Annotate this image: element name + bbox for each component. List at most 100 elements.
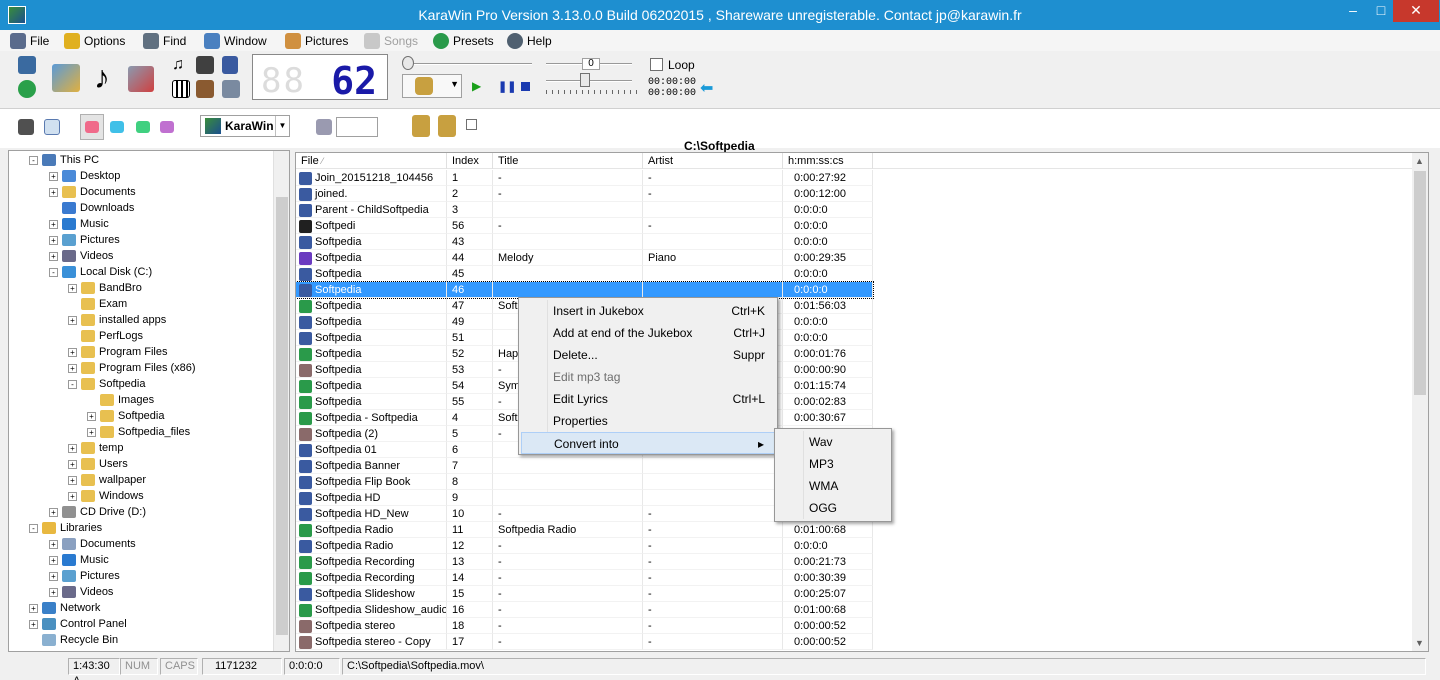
expand-icon[interactable]: + <box>68 315 77 325</box>
pink-color-button[interactable] <box>80 114 104 140</box>
expand-icon[interactable]: + <box>68 459 77 469</box>
tree-item[interactable]: Downloads <box>49 200 134 216</box>
table-row[interactable]: Softpedia Recording 13 - - 0:00:21:73 <box>296 554 873 570</box>
convert-format-item[interactable]: WMA <box>777 475 889 497</box>
table-row[interactable]: Softpedia Recording 14 - - 0:00:30:39 <box>296 570 873 586</box>
tree-item[interactable]: + Music <box>49 216 109 232</box>
tree-item[interactable]: - Libraries <box>29 520 102 536</box>
expand-icon[interactable]: + <box>49 587 58 597</box>
column-file[interactable]: File ⁄ <box>296 153 447 169</box>
table-row[interactable]: Softpedia stereo 18 - - 0:00:00:52 <box>296 618 873 634</box>
tree-item[interactable]: + BandBro <box>68 280 142 296</box>
tempo-slider-thumb[interactable] <box>580 73 590 87</box>
folder-tree[interactable]: - This PC + Desktop + Documents Downloads + Musi… <box>8 150 290 652</box>
expand-icon[interactable]: + <box>68 347 77 357</box>
expand-icon[interactable]: + <box>49 219 58 229</box>
table-row[interactable]: Parent - ChildSoftpedia 3 0:0:0:0 <box>296 202 873 218</box>
collapse-icon[interactable]: - <box>49 267 58 277</box>
list-scrollbar[interactable]: ▲ ▼ <box>1412 153 1428 651</box>
menu-pictures[interactable]: Pictures <box>285 32 348 50</box>
tree-item[interactable]: - This PC <box>29 152 99 168</box>
tree-item[interactable]: PerfLogs <box>68 328 143 344</box>
expand-icon[interactable]: + <box>49 235 58 245</box>
jukebox-selector[interactable]: ▼ <box>402 74 462 98</box>
tree-item[interactable]: - Softpedia <box>68 376 145 392</box>
table-row[interactable]: Softpedi 56 - - 0:0:0:0 <box>296 218 873 234</box>
expand-icon[interactable]: + <box>29 603 38 613</box>
camera-icon[interactable] <box>18 119 34 135</box>
expand-icon[interactable]: + <box>49 555 58 565</box>
tree-item[interactable]: + Desktop <box>49 168 120 184</box>
expand-icon[interactable]: + <box>29 619 38 629</box>
context-menu-item[interactable]: Edit Lyrics Ctrl+L <box>521 388 775 410</box>
expand-icon[interactable]: + <box>49 251 58 261</box>
tree-item[interactable]: + Videos <box>49 248 113 264</box>
tree-item[interactable]: + Program Files (x86) <box>68 360 196 376</box>
tree-item[interactable]: + Softpedia_files <box>87 424 190 440</box>
column-index[interactable]: Index <box>447 153 493 169</box>
list-scroll-thumb[interactable] <box>1414 171 1426 395</box>
tree-item[interactable]: - Local Disk (C:) <box>49 264 152 280</box>
tree-item[interactable]: + Videos <box>49 584 113 600</box>
tree-item[interactable]: Recycle Bin <box>29 632 118 648</box>
expand-icon[interactable]: + <box>68 283 77 293</box>
context-menu-item[interactable]: Add at end of the Jukebox Ctrl+J <box>521 322 775 344</box>
tree-scroll-thumb[interactable] <box>276 197 288 635</box>
music-note-icon[interactable]: ♪ <box>94 60 116 94</box>
table-row[interactable]: Softpedia 45 0:0:0:0 <box>296 266 873 282</box>
cyan-pen-icon[interactable] <box>110 121 124 133</box>
position-slider-thumb[interactable] <box>402 56 414 70</box>
play-button[interactable]: ▶ <box>472 79 481 93</box>
tree-item[interactable]: + Control Panel <box>29 616 127 632</box>
note-small-icon[interactable]: ♫ <box>172 56 188 74</box>
scroll-down-icon[interactable]: ▼ <box>1415 638 1424 648</box>
tree-item[interactable]: Exam <box>68 296 127 312</box>
context-menu-item[interactable]: Properties <box>521 410 775 432</box>
menu-options[interactable]: Options <box>64 32 125 50</box>
menu-file[interactable]: File <box>10 32 49 50</box>
purple-pen-icon[interactable] <box>160 121 174 133</box>
convert-format-item[interactable]: Wav <box>777 431 889 453</box>
expand-icon[interactable]: + <box>49 171 58 181</box>
convert-format-item[interactable]: MP3 <box>777 453 889 475</box>
pictures-icon[interactable] <box>52 64 80 92</box>
table-row[interactable]: Softpedia stereo - Copy 17 - - 0:00:00:52 <box>296 634 873 650</box>
expand-icon[interactable]: + <box>49 187 58 197</box>
table-row[interactable]: Softpedia Radio 11 Softpedia Radio - 0:01:00… <box>296 522 873 538</box>
tools-icon[interactable] <box>128 66 154 92</box>
expand-icon[interactable]: + <box>68 491 77 501</box>
tree-item[interactable]: + installed apps <box>68 312 166 328</box>
stop-button[interactable] <box>521 82 530 91</box>
skin-selector[interactable]: KaraWin ▼ <box>200 115 290 137</box>
jukebox-2-icon[interactable] <box>438 115 456 137</box>
table-row-selected[interactable]: Softpedia 46 0:0:0:0 <box>296 281 874 299</box>
tree-item[interactable]: + Music <box>49 552 109 568</box>
collapse-icon[interactable]: - <box>29 523 38 533</box>
back-arrow-icon[interactable]: ⬅ <box>700 78 713 98</box>
collapse-icon[interactable]: - <box>68 379 77 389</box>
tree-item[interactable]: + Pictures <box>49 568 120 584</box>
tree-item[interactable]: + Softpedia <box>87 408 164 424</box>
keyboard-icon[interactable] <box>172 80 190 98</box>
expand-icon[interactable]: + <box>68 475 77 485</box>
table-row[interactable]: Softpedia 44 Melody Piano 0:00:29:35 <box>296 250 873 266</box>
file-list[interactable]: File ⁄ Index Title Artist h:mm:ss:cs ▲ ▼… <box>295 152 1429 652</box>
table-row[interactable]: Softpedia 43 0:0:0:0 <box>296 234 873 250</box>
convert-format-item[interactable]: OGG <box>777 497 889 519</box>
tree-item[interactable]: + temp <box>68 440 123 456</box>
context-menu-item[interactable]: Insert in Jukebox Ctrl+K <box>521 300 775 322</box>
tree-item[interactable]: + CD Drive (D:) <box>49 504 146 520</box>
jukebox-1-icon[interactable] <box>412 115 430 137</box>
expand-icon[interactable]: + <box>49 507 58 517</box>
tree-item[interactable]: + wallpaper <box>68 472 146 488</box>
pause-button[interactable]: ❚❚ <box>498 80 516 93</box>
column-title[interactable]: Title <box>493 153 643 169</box>
column-artist[interactable]: Artist <box>643 153 783 169</box>
menu-window[interactable]: Window <box>204 32 267 50</box>
column-duration[interactable]: h:mm:ss:cs <box>783 153 873 169</box>
minimize-button[interactable]: – <box>1338 0 1368 22</box>
tree-item[interactable]: + Documents <box>49 184 136 200</box>
search-field[interactable] <box>336 117 378 137</box>
film-clap-icon[interactable] <box>196 56 214 74</box>
table-row[interactable]: Softpedia Radio 12 - - 0:0:0:0 <box>296 538 873 554</box>
